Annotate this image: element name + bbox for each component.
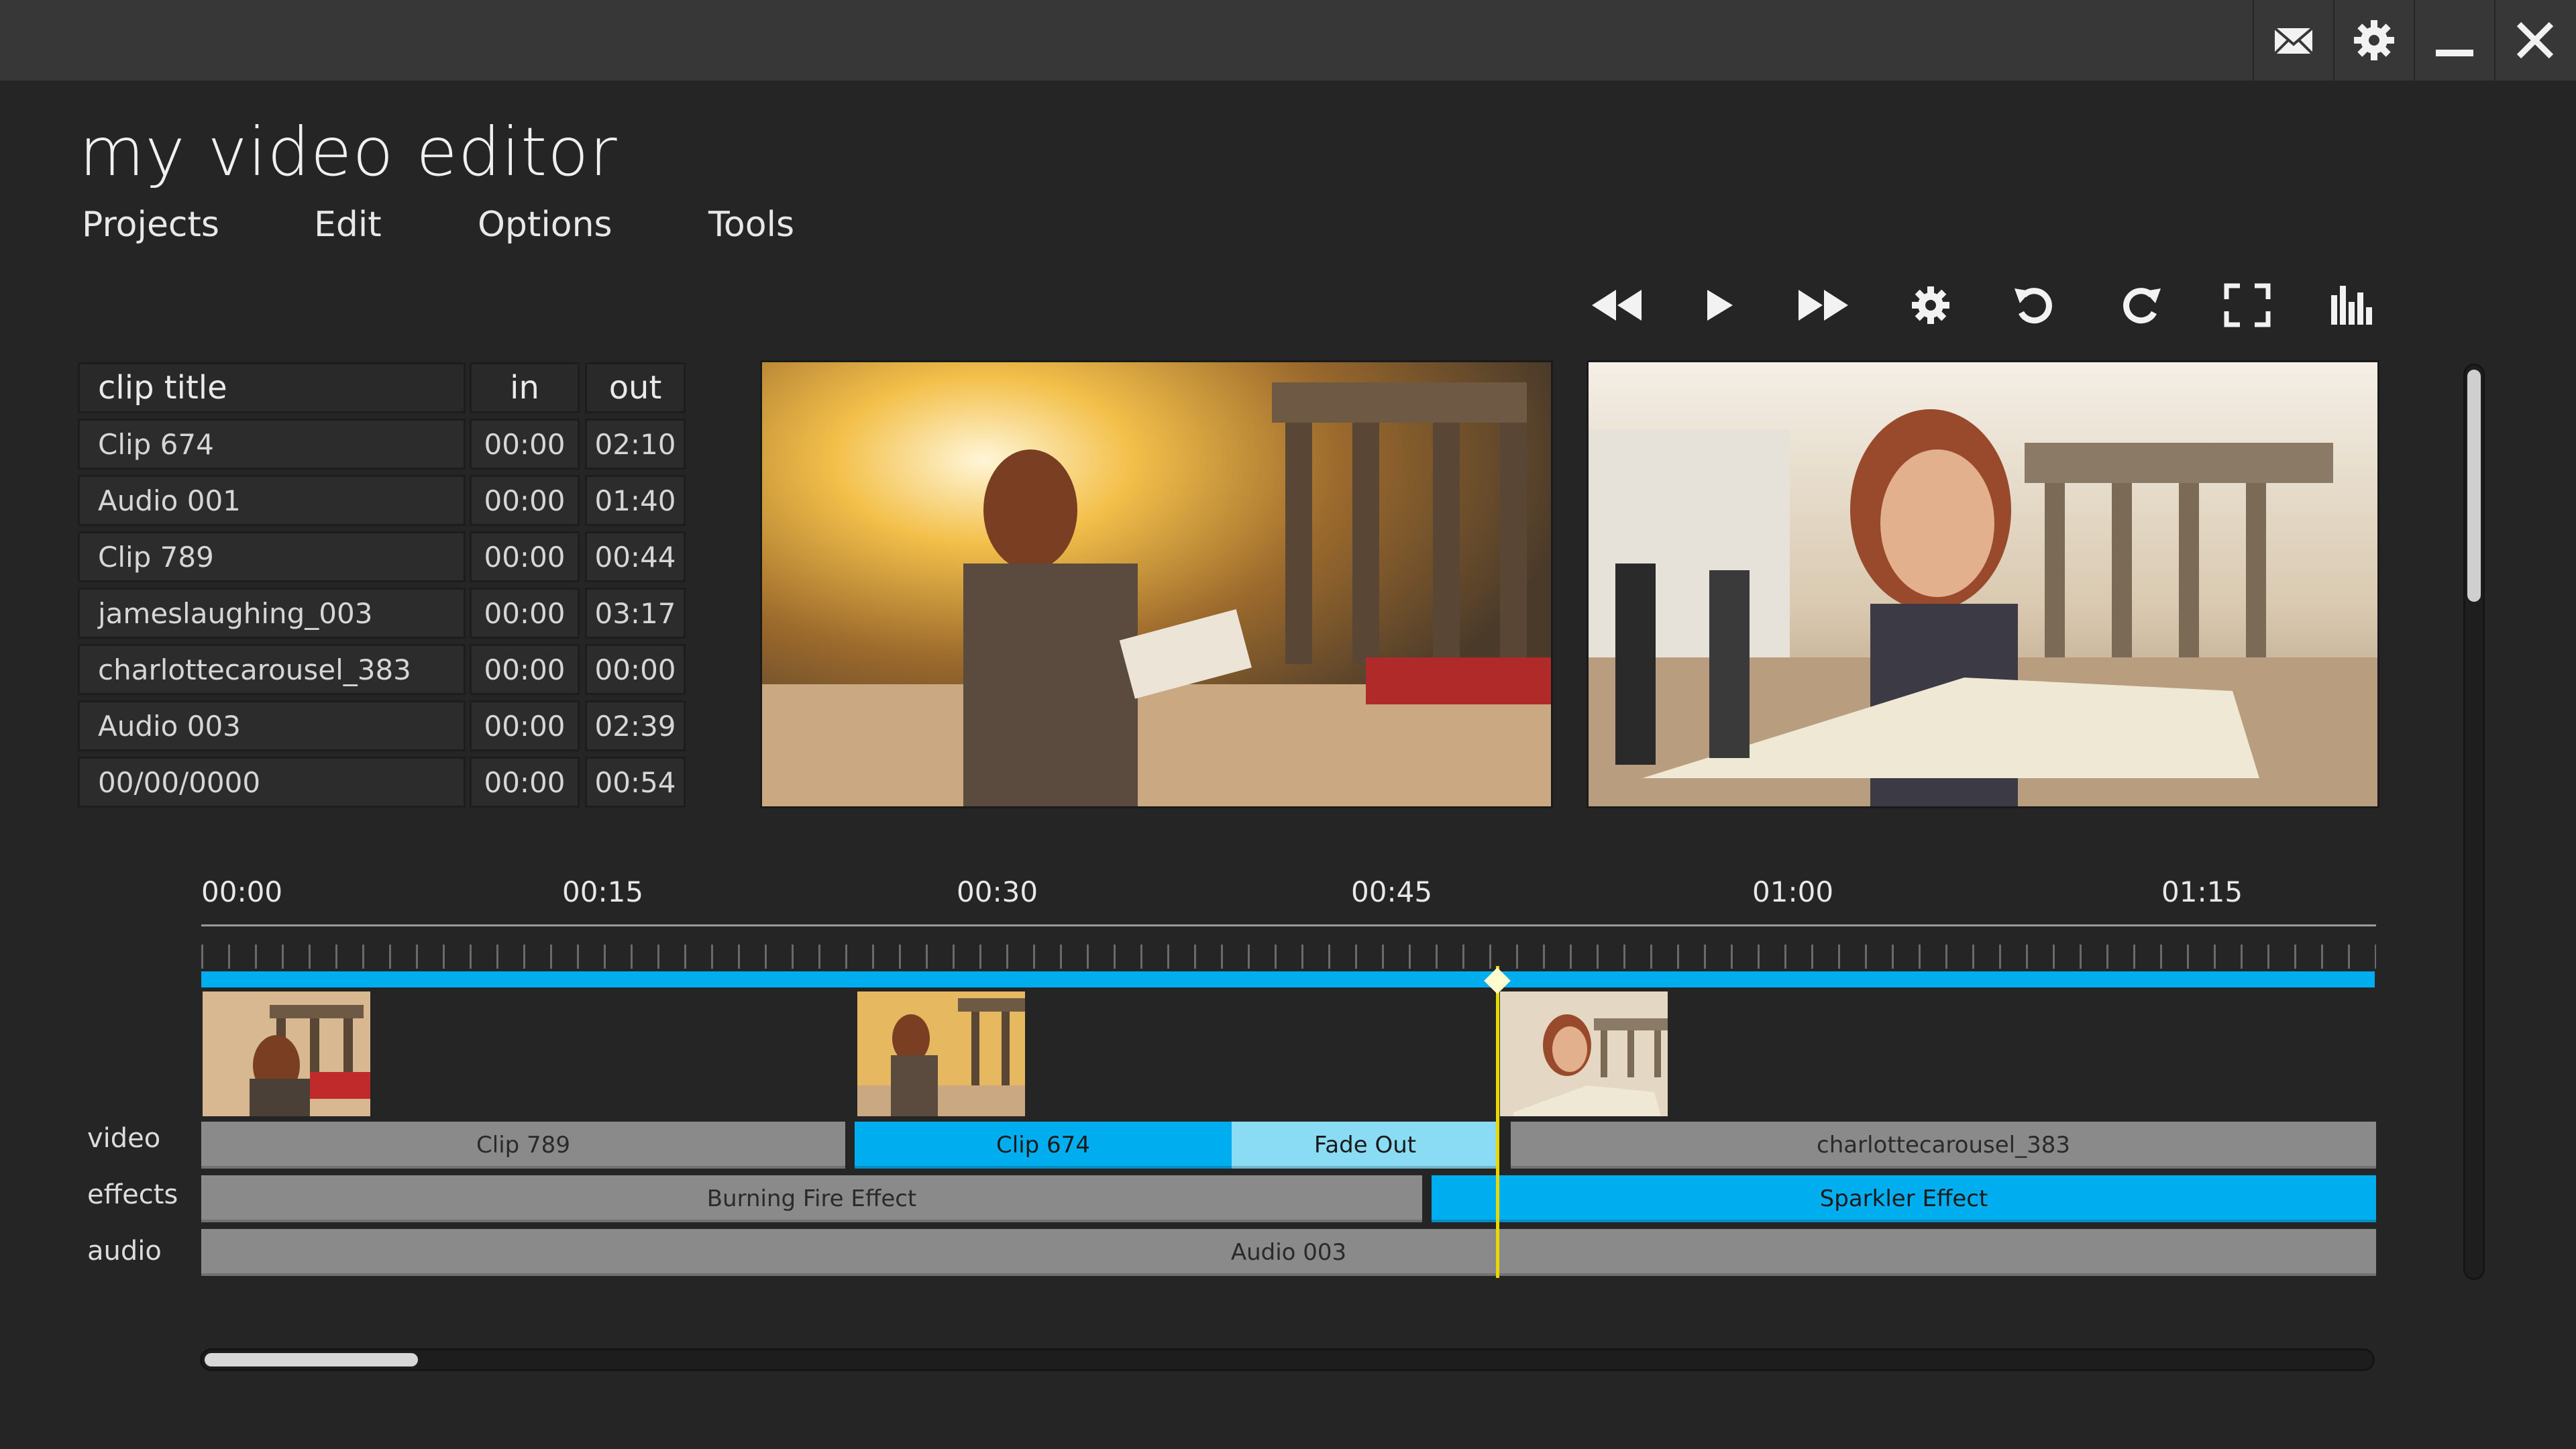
vertical-scroll-thumb[interactable] bbox=[2467, 370, 2481, 602]
header-clip-title[interactable]: clip title bbox=[78, 362, 466, 413]
clip-thumbnail[interactable] bbox=[203, 991, 370, 1116]
clip-thumbnail[interactable] bbox=[857, 991, 1025, 1116]
table-row[interactable]: Clip 789 00:00 00:44 bbox=[78, 531, 686, 582]
redo-button[interactable] bbox=[2106, 275, 2174, 335]
clip-title-cell: Clip 674 bbox=[78, 419, 466, 470]
clip-title-cell: Audio 003 bbox=[78, 700, 466, 751]
video-segment-charlottecarousel[interactable]: charlottecarousel_383 bbox=[1511, 1122, 2376, 1169]
effect-segment-burning-fire[interactable]: Burning Fire Effect bbox=[201, 1175, 1422, 1222]
table-row[interactable]: Audio 001 00:00 01:40 bbox=[78, 475, 686, 526]
fast-forward-button[interactable] bbox=[1790, 275, 1857, 335]
thumbnail-image bbox=[857, 991, 1025, 1116]
clip-title-cell: Audio 001 bbox=[78, 475, 466, 526]
clip-title-cell: 00/00/0000 bbox=[78, 757, 466, 808]
ruler-label: 01:15 bbox=[2161, 875, 2243, 908]
thumbnail-image bbox=[1500, 991, 1668, 1116]
horizontal-scrollbar[interactable] bbox=[200, 1348, 2375, 1371]
ruler-label: 00:30 bbox=[957, 875, 1038, 908]
vertical-scrollbar[interactable] bbox=[2463, 364, 2485, 1280]
settings-icon bbox=[1912, 286, 1949, 324]
table-row[interactable]: Clip 674 00:00 02:10 bbox=[78, 419, 686, 470]
mail-icon bbox=[2273, 27, 2314, 55]
ruler-line bbox=[201, 924, 2376, 926]
table-row[interactable]: 00/00/0000 00:00 00:54 bbox=[78, 757, 686, 808]
clip-title-cell: charlottecarousel_383 bbox=[78, 644, 466, 695]
close-button[interactable] bbox=[2494, 0, 2575, 80]
settings-button[interactable] bbox=[2333, 0, 2414, 80]
clip-out-cell: 00:00 bbox=[585, 644, 686, 695]
video-frame-image bbox=[762, 362, 1551, 806]
redo-icon bbox=[2123, 288, 2161, 324]
clip-title-cell: Clip 789 bbox=[78, 531, 466, 582]
rewind-icon bbox=[1592, 290, 1642, 321]
ruler-label: 00:15 bbox=[562, 875, 644, 908]
track-label-video: video bbox=[87, 1123, 161, 1154]
horizontal-scroll-thumb[interactable] bbox=[205, 1353, 418, 1366]
gear-icon bbox=[2354, 20, 2394, 60]
clip-in-cell: 00:00 bbox=[470, 588, 580, 639]
video-frame-image bbox=[1589, 362, 2377, 806]
play-icon bbox=[1707, 290, 1733, 321]
menu-edit[interactable]: Edit bbox=[314, 205, 382, 245]
output-preview[interactable] bbox=[1589, 362, 2377, 806]
effect-segment-sparkler[interactable]: Sparkler Effect bbox=[1432, 1175, 2376, 1222]
clip-title-cell: jameslaughing_003 bbox=[78, 588, 466, 639]
clip-table-header: clip title in out bbox=[78, 362, 686, 413]
menu-projects[interactable]: Projects bbox=[82, 205, 219, 245]
menu-options[interactable]: Options bbox=[478, 205, 612, 245]
clip-out-cell: 02:10 bbox=[585, 419, 686, 470]
close-icon bbox=[2516, 21, 2554, 59]
track-label-audio: audio bbox=[87, 1236, 162, 1267]
fullscreen-icon bbox=[2224, 283, 2271, 327]
undo-icon bbox=[2015, 288, 2052, 324]
play-button[interactable] bbox=[1685, 275, 1752, 335]
clip-in-cell: 00:00 bbox=[470, 644, 580, 695]
table-row[interactable]: jameslaughing_003 00:00 03:17 bbox=[78, 588, 686, 639]
track-label-effects: effects bbox=[87, 1179, 178, 1210]
fast-forward-icon bbox=[1799, 290, 1848, 321]
clip-out-cell: 03:17 bbox=[585, 588, 686, 639]
rewind-button[interactable] bbox=[1583, 275, 1650, 335]
audio-levels-button[interactable] bbox=[2320, 275, 2387, 335]
clip-in-cell: 00:00 bbox=[470, 700, 580, 751]
video-segment-clip-789[interactable]: Clip 789 bbox=[201, 1122, 845, 1169]
ruler-label: 00:45 bbox=[1351, 875, 1433, 908]
table-row[interactable]: Audio 003 00:00 02:39 bbox=[78, 700, 686, 751]
ruler-label: 01:00 bbox=[1752, 875, 1834, 908]
clip-out-cell: 00:54 bbox=[585, 757, 686, 808]
clip-out-cell: 02:39 bbox=[585, 700, 686, 751]
clip-in-cell: 00:00 bbox=[470, 419, 580, 470]
undo-button[interactable] bbox=[2002, 275, 2069, 335]
thumbnail-image bbox=[203, 991, 370, 1116]
clip-in-cell: 00:00 bbox=[470, 475, 580, 526]
source-preview[interactable] bbox=[762, 362, 1551, 806]
app-title: my video editor bbox=[79, 113, 618, 191]
minimize-icon bbox=[2436, 50, 2473, 56]
header-in[interactable]: in bbox=[470, 362, 580, 413]
clip-in-cell: 00:00 bbox=[470, 531, 580, 582]
ruler-ticks[interactable] bbox=[201, 945, 2376, 969]
clip-out-cell: 00:44 bbox=[585, 531, 686, 582]
menu-tools[interactable]: Tools bbox=[708, 205, 794, 245]
ruler-label: 00:00 bbox=[201, 875, 283, 908]
video-segment-fade-out[interactable]: Fade Out bbox=[1232, 1122, 1499, 1169]
table-row[interactable]: charlottecarousel_383 00:00 00:00 bbox=[78, 644, 686, 695]
levels-icon bbox=[2331, 286, 2372, 325]
video-segment-clip-674[interactable]: Clip 674 bbox=[855, 1122, 1232, 1169]
minimize-button[interactable] bbox=[2414, 0, 2494, 80]
header-out[interactable]: out bbox=[585, 362, 686, 413]
fullscreen-button[interactable] bbox=[2214, 275, 2281, 335]
playhead[interactable] bbox=[1496, 966, 1499, 1278]
timeline-range-bar[interactable] bbox=[201, 971, 2375, 987]
clip-thumbnail[interactable] bbox=[1500, 991, 1668, 1116]
title-bar bbox=[0, 0, 2576, 80]
playback-settings-button[interactable] bbox=[1897, 275, 1964, 335]
audio-segment-audio-003[interactable]: Audio 003 bbox=[201, 1229, 2376, 1276]
mail-button[interactable] bbox=[2253, 0, 2333, 80]
clip-in-cell: 00:00 bbox=[470, 757, 580, 808]
clip-out-cell: 01:40 bbox=[585, 475, 686, 526]
